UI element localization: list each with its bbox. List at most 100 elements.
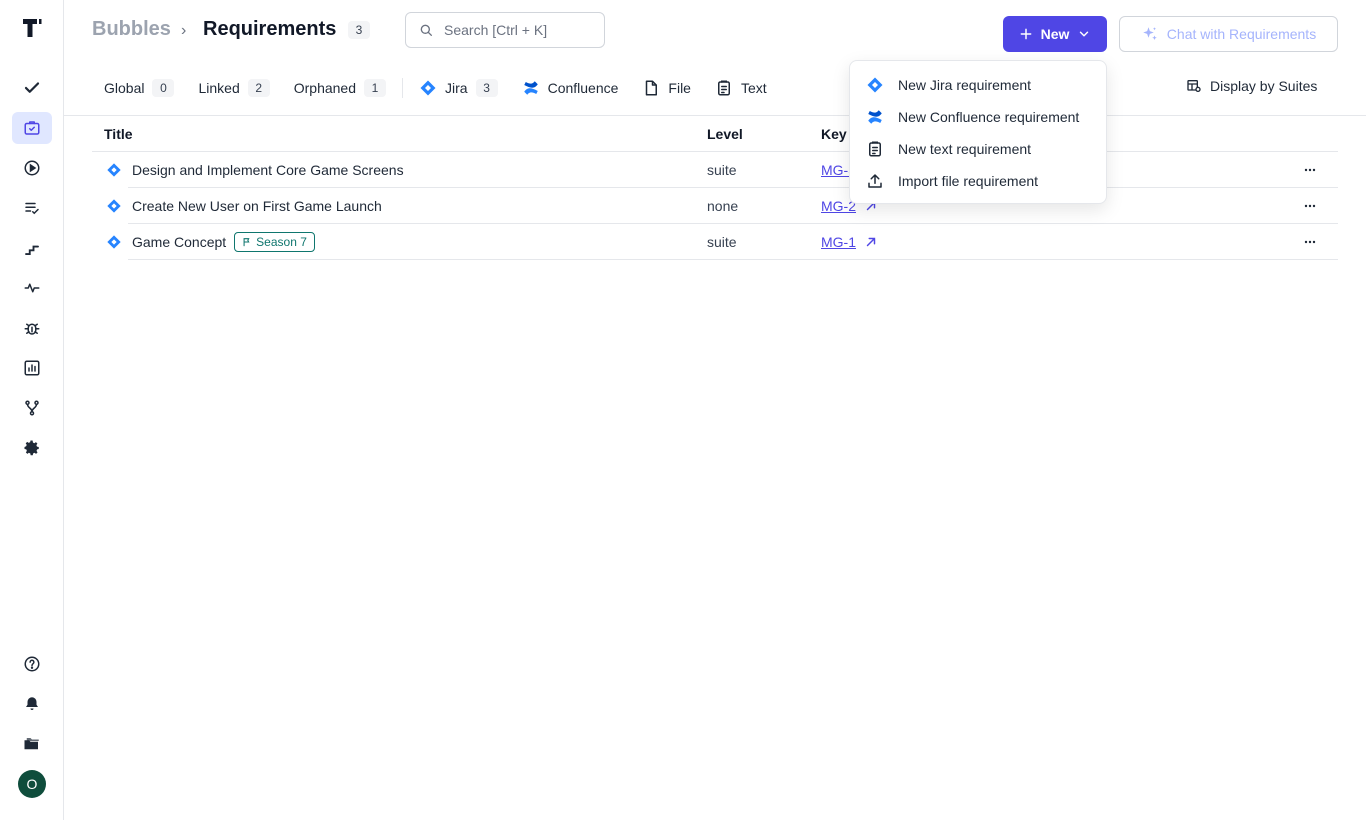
sidebar-item-steps[interactable]: [12, 232, 52, 264]
search-input[interactable]: Search [Ctrl + K]: [405, 12, 605, 48]
external-link-icon[interactable]: [864, 235, 878, 249]
search-placeholder: Search [Ctrl + K]: [444, 22, 548, 38]
avatar[interactable]: O: [18, 770, 46, 798]
sidebar-item-tests[interactable]: [12, 72, 52, 104]
plus-icon: [1020, 28, 1031, 40]
jira-icon: [420, 80, 436, 96]
more-horizontal-icon: [1304, 168, 1316, 172]
menu-item-new-text[interactable]: New text requirement: [866, 137, 1031, 161]
new-button-label: New: [1040, 26, 1070, 42]
tab-label: Linked: [198, 80, 240, 96]
tab-confluence[interactable]: Confluence: [510, 72, 631, 104]
confluence-icon: [523, 81, 538, 95]
tab-label: Global: [104, 80, 145, 96]
requirement-level: suite: [707, 162, 737, 178]
menu-item-label: New text requirement: [898, 141, 1032, 157]
sidebar-item-requirements[interactable]: [12, 112, 52, 144]
sidebar-item-defects[interactable]: [12, 312, 52, 344]
list-check-icon: [25, 202, 39, 215]
chat-button-label: Chat with Requirements: [1166, 26, 1317, 42]
season-tag[interactable]: Season 7: [234, 232, 315, 252]
upload-icon: [868, 174, 882, 188]
search-icon: [420, 24, 432, 36]
tab-linked[interactable]: Linked 2: [186, 72, 281, 104]
new-button[interactable]: New: [1003, 16, 1107, 52]
tab-count: 2: [247, 79, 270, 97]
chevron-down-icon: [1080, 31, 1089, 37]
requirement-title[interactable]: Game Concept: [132, 234, 226, 250]
sidebar-item-branches[interactable]: [12, 392, 52, 424]
requirement-key-link[interactable]: MG-1: [821, 234, 856, 250]
filter-tabs: Global 0 Linked 2 Orphaned 1 Jira 3 Conf…: [92, 72, 779, 104]
tab-global[interactable]: Global 0: [92, 72, 186, 104]
requirements-count-badge: 3: [348, 21, 370, 39]
sidebar-item-reports[interactable]: [12, 352, 52, 384]
tab-label: Text: [740, 80, 767, 96]
requirement-title[interactable]: Design and Implement Core Game Screens: [132, 152, 404, 188]
chart-icon: [24, 360, 40, 376]
table-settings-icon: [1187, 80, 1201, 92]
row-more-button[interactable]: [1300, 232, 1320, 252]
sidebar-item-settings[interactable]: [12, 432, 52, 464]
confluence-icon: [868, 110, 882, 124]
tab-file[interactable]: File: [630, 72, 703, 104]
check-icon: [24, 82, 40, 93]
tab-jira[interactable]: Jira 3: [407, 72, 510, 104]
sidebar-item-runs[interactable]: [12, 152, 52, 184]
breadcrumb-project[interactable]: Bubbles: [92, 18, 171, 41]
bug-icon: [24, 323, 40, 335]
column-header-level[interactable]: Level: [707, 126, 743, 142]
tab-count: 0: [152, 79, 175, 97]
menu-item-new-confluence[interactable]: New Confluence requirement: [866, 105, 1079, 129]
tab-count: 3: [475, 79, 498, 97]
briefcase-check-icon: [24, 121, 40, 135]
chat-with-requirements-button[interactable]: Chat with Requirements: [1119, 16, 1338, 52]
tab-orphaned[interactable]: Orphaned 1: [282, 72, 398, 104]
tab-label: Orphaned: [293, 80, 357, 96]
tab-label: Confluence: [547, 80, 619, 96]
jira-icon: [867, 77, 883, 93]
folders-icon: [24, 738, 39, 750]
row-more-button[interactable]: [1300, 160, 1320, 180]
clipboard-icon: [869, 141, 881, 157]
file-icon: [646, 80, 658, 96]
table-row[interactable]: Create New User on First Game Launch non…: [92, 188, 1338, 224]
sidebar-item-plans[interactable]: [12, 192, 52, 224]
jira-icon: [107, 163, 121, 177]
tabs-divider: [402, 78, 404, 98]
column-header-key[interactable]: Key: [821, 126, 847, 142]
gear-icon: [24, 440, 39, 456]
row-more-button[interactable]: [1300, 196, 1320, 216]
tab-label: Jira: [445, 80, 468, 96]
clipboard-icon: [717, 80, 730, 96]
jira-icon: [107, 199, 121, 213]
requirement-title[interactable]: Create New User on First Game Launch: [132, 188, 382, 224]
sidebar-projects[interactable]: [12, 728, 52, 760]
jira-icon: [107, 235, 121, 249]
menu-item-label: New Jira requirement: [898, 77, 1032, 93]
menu-item-label: Import file requirement: [898, 173, 1039, 189]
tab-text[interactable]: Text: [703, 72, 779, 104]
tab-label: File: [668, 80, 691, 96]
sidebar-notifications[interactable]: [12, 688, 52, 720]
tab-count: 1: [364, 79, 387, 97]
display-by-label: Display by Suites: [1210, 78, 1318, 94]
sparkles-icon: [1143, 27, 1157, 40]
sidebar: O: [0, 0, 64, 820]
sidebar-help[interactable]: [12, 648, 52, 680]
table-row[interactable]: Design and Implement Core Game Screens s…: [92, 152, 1338, 188]
more-horizontal-icon: [1304, 204, 1316, 208]
more-horizontal-icon: [1304, 240, 1316, 244]
page-title: Requirements: [203, 18, 337, 40]
menu-item-import-file[interactable]: Import file requirement: [866, 169, 1038, 193]
display-by-suites-button[interactable]: Display by Suites: [1186, 78, 1317, 94]
column-header-title[interactable]: Title: [104, 126, 133, 142]
menu-item-new-jira[interactable]: New Jira requirement: [866, 73, 1031, 97]
table-row[interactable]: Game Concept Season 7 suite MG-1: [92, 224, 1338, 260]
play-circle-icon: [24, 160, 40, 176]
breadcrumb-separator: ›: [181, 22, 187, 39]
flag-icon: [243, 238, 250, 247]
menu-item-label: New Confluence requirement: [898, 109, 1080, 125]
sidebar-item-pulse[interactable]: [12, 272, 52, 304]
app-logo[interactable]: [20, 16, 44, 40]
